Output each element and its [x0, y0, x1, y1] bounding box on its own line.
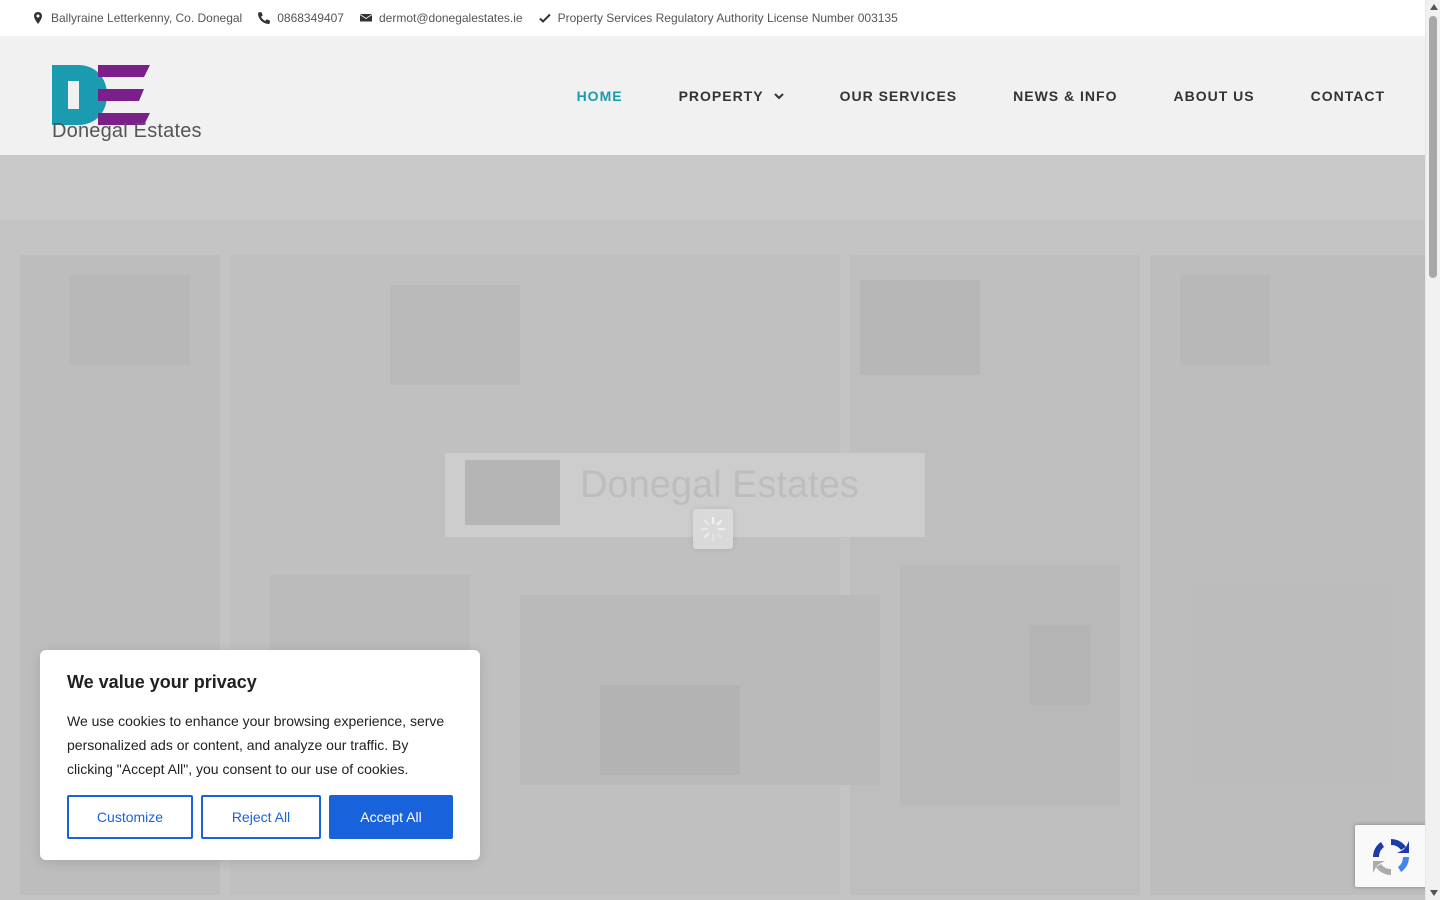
- customize-button[interactable]: Customize: [67, 795, 193, 839]
- topbar-license: Property Services Regulatory Authority L…: [538, 11, 898, 25]
- page-scrollbar[interactable]: [1425, 0, 1440, 900]
- nav-home[interactable]: HOME: [577, 88, 623, 104]
- loading-spinner: [693, 509, 733, 549]
- check-icon: [538, 13, 551, 23]
- address-text: Ballyraine Letterkenny, Co. Donegal: [51, 11, 243, 25]
- cookie-title: We value your privacy: [67, 672, 257, 692]
- nav-about-us[interactable]: ABOUT US: [1173, 88, 1254, 104]
- reject-all-button[interactable]: Reject All: [201, 795, 321, 839]
- scroll-up-arrow-icon[interactable]: [1430, 4, 1438, 10]
- map-pin-icon: [34, 12, 42, 24]
- cookie-buttons: Customize Reject All Accept All: [67, 795, 461, 839]
- site-header: Donegal Estates HOME PROPERTY OUR SERVIC…: [0, 36, 1425, 155]
- phone-icon: [258, 12, 271, 24]
- hero-sign-text: Donegal Estates: [580, 464, 859, 506]
- nav-contact-label: CONTACT: [1310, 87, 1385, 104]
- main-nav: HOME PROPERTY OUR SERVICES NEWS & INFO A…: [521, 36, 1385, 155]
- cookie-body: We use cookies to enhance your browsing …: [67, 713, 445, 777]
- nav-property[interactable]: PROPERTY: [679, 88, 784, 104]
- topbar-email[interactable]: dermot@donegalestates.ie: [359, 11, 523, 25]
- topbar-phone[interactable]: 0868349407: [258, 11, 344, 25]
- accept-all-button[interactable]: Accept All: [329, 795, 453, 839]
- recaptcha-badge[interactable]: [1355, 825, 1430, 887]
- nav-property-label: PROPERTY: [678, 87, 764, 104]
- nav-our-services[interactable]: OUR SERVICES: [840, 88, 958, 104]
- scroll-down-arrow-icon[interactable]: [1430, 890, 1438, 896]
- envelope-icon: [359, 14, 372, 22]
- nav-news-info[interactable]: NEWS & INFO: [1013, 88, 1117, 104]
- nav-home-label: HOME: [576, 87, 623, 104]
- top-info-bar: Ballyraine Letterkenny, Co. Donegal 0868…: [0, 0, 1425, 36]
- spinner-icon: [700, 516, 726, 542]
- topbar-address: Ballyraine Letterkenny, Co. Donegal: [32, 11, 242, 25]
- nav-contact[interactable]: CONTACT: [1311, 88, 1385, 104]
- nav-about-us-label: ABOUT US: [1173, 87, 1255, 104]
- phone-text[interactable]: 0868349407: [277, 11, 344, 25]
- chevron-down-icon: [773, 92, 784, 99]
- recaptcha-icon: [1373, 838, 1409, 875]
- scrollbar-thumb[interactable]: [1429, 16, 1437, 278]
- email-text[interactable]: dermot@donegalestates.ie: [379, 11, 523, 25]
- license-text: Property Services Regulatory Authority L…: [557, 11, 898, 25]
- cookie-consent-dialog: We value your privacy We use cookies to …: [40, 650, 480, 860]
- nav-our-services-label: OUR SERVICES: [839, 87, 958, 104]
- nav-news-info-label: NEWS & INFO: [1013, 87, 1118, 104]
- logo-wordmark[interactable]: Donegal Estates: [52, 120, 202, 143]
